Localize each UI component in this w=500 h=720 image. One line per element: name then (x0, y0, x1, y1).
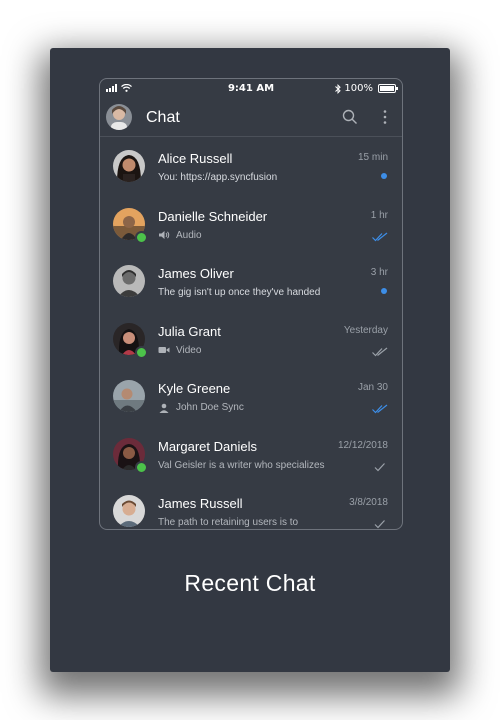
chat-item-alice-russell[interactable]: Alice Russell 15 min You: https://app.sy… (100, 137, 402, 195)
app-title: Chat (146, 109, 180, 126)
timestamp: 3 hr (370, 267, 388, 278)
timestamp: 3/8/2018 (349, 497, 388, 508)
unread-indicator (381, 173, 387, 179)
speaker-icon (159, 231, 170, 239)
message-status (372, 514, 388, 529)
preview-text: Video (176, 344, 202, 356)
search-icon[interactable] (342, 109, 358, 125)
message-status (372, 399, 388, 418)
message-preview: Val Geisler is a writer who specializes (158, 460, 325, 471)
status-right: 100% (335, 83, 398, 94)
battery-percent: 100% (344, 83, 373, 94)
message-preview: John Doe Sync (158, 402, 244, 413)
avatar (113, 380, 145, 412)
online-indicator (135, 230, 148, 244)
contact-name: James Russell (158, 496, 243, 511)
preview-text: John Doe Sync (176, 402, 244, 413)
video-icon (158, 347, 170, 353)
avatar (113, 265, 145, 297)
preview-text: Val Geisler is a writer who specializes (158, 459, 325, 471)
chat-item-james-oliver[interactable]: James Oliver 3 hr The gig isn't up once … (100, 252, 402, 310)
message-status (372, 342, 388, 361)
timestamp: Yesterday (343, 324, 388, 336)
chat-item-kyle-greene[interactable]: Kyle Greene Jan 30 John Doe Sync (100, 367, 402, 425)
double-check-read-icon (372, 232, 388, 241)
online-indicator (135, 460, 148, 474)
message-preview: Audio (158, 230, 202, 241)
chat-item-margaret-daniels[interactable]: Margaret Daniels 12/12/2018 Val Geisler … (100, 425, 402, 483)
contact-name: Alice Russell (158, 151, 233, 166)
battery-icon (378, 84, 398, 93)
double-check-read-icon (372, 404, 388, 414)
double-check-icon (372, 347, 388, 356)
bluetooth-icon (335, 83, 342, 94)
contact-name: Danielle Schneider (158, 208, 268, 224)
message-status (372, 457, 388, 476)
avatar (113, 495, 145, 527)
app-bar: Chat (100, 99, 402, 137)
single-check-icon (374, 520, 385, 529)
message-preview: Video (158, 345, 201, 356)
preview-text: You: https://app.syncfusion (158, 172, 278, 183)
phone-frame: 9:41 AM 100% Chat Alice Russell 15 min Y… (99, 78, 403, 530)
timestamp: 1 hr (370, 209, 388, 221)
message-preview: You: https://app.syncfusion (158, 172, 277, 183)
chat-list: Alice Russell 15 min You: https://app.sy… (100, 137, 402, 529)
contact-name: Kyle Greene (158, 381, 231, 396)
single-check-icon (374, 462, 385, 471)
showcase-card: 9:41 AM 100% Chat Alice Russell 15 min Y… (50, 48, 450, 672)
preview-text: Audio (176, 229, 202, 241)
chat-item-james-russell[interactable]: James Russell 3/8/2018 The path to retai… (100, 482, 402, 529)
more-options-icon[interactable] (382, 109, 388, 125)
message-preview: The path to retaining users is to (158, 517, 298, 528)
contact-name: Julia Grant (158, 323, 221, 339)
avatar (113, 150, 145, 182)
caption-title: Recent Chat (184, 570, 316, 596)
chat-item-danielle-schneider[interactable]: Danielle Schneider 1 hr Audio (100, 195, 402, 253)
timestamp: 15 min (357, 152, 388, 163)
profile-avatar[interactable] (106, 104, 132, 130)
message-status (372, 227, 388, 246)
chat-item-julia-grant[interactable]: Julia Grant Yesterday Video (100, 310, 402, 368)
preview-text: The gig isn't up once they've handed (158, 287, 321, 298)
unread-indicator (381, 288, 387, 294)
contact-icon (159, 403, 169, 413)
message-status (381, 284, 388, 294)
contact-name: James Oliver (158, 266, 234, 281)
status-bar: 9:41 AM 100% (100, 79, 402, 99)
contact-name: Margaret Daniels (158, 438, 257, 454)
message-status (381, 169, 388, 179)
timestamp: Jan 30 (357, 382, 388, 393)
message-preview: The gig isn't up once they've handed (158, 287, 320, 298)
online-indicator (135, 345, 148, 359)
preview-text: The path to retaining users is to (158, 517, 299, 528)
timestamp: 12/12/2018 (337, 439, 388, 451)
